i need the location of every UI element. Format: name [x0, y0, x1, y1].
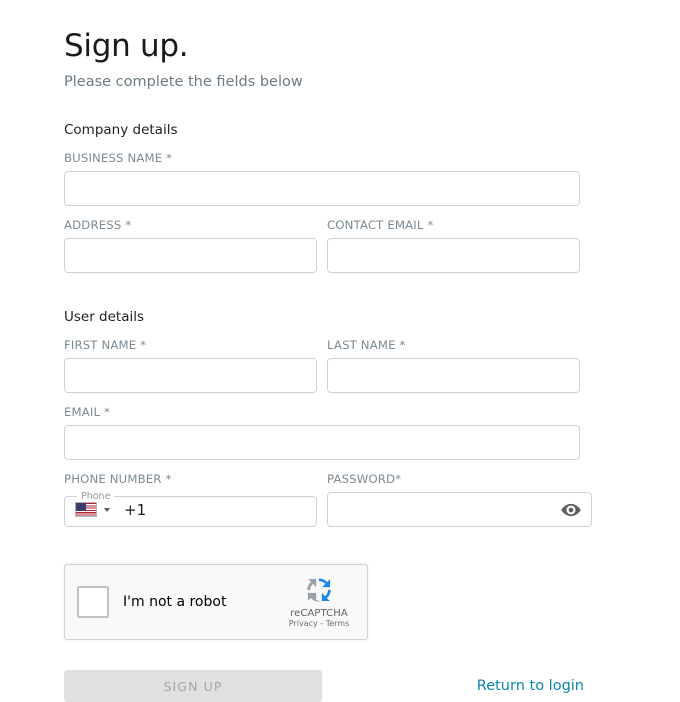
label-business-name: BUSINESS NAME * — [64, 151, 173, 166]
label-password: PASSWORD* — [327, 472, 402, 487]
page-subtitle: Please complete the fields below — [64, 74, 303, 91]
recaptcha-checkbox[interactable] — [77, 586, 109, 619]
field-email: EMAIL * — [64, 405, 680, 461]
label-last-name: LAST NAME * — [327, 338, 406, 353]
password-input-wrapper[interactable] — [327, 492, 592, 528]
password-input[interactable] — [327, 492, 592, 528]
label-address: ADDRESS * — [64, 218, 132, 233]
form-footer: SIGN UP Return to login — [64, 670, 584, 702]
address-input[interactable] — [64, 238, 317, 274]
eye-icon[interactable] — [561, 503, 581, 517]
field-business-name: BUSINESS NAME * — [64, 151, 680, 207]
page-title: Sign up. — [64, 28, 189, 64]
phone-inner: +1 — [64, 492, 317, 527]
signup-page: Sign up. Please complete the fields belo… — [0, 0, 680, 702]
sign-up-button[interactable]: SIGN UP — [64, 670, 322, 702]
recaptcha-brand-name: reCAPTCHA — [290, 608, 348, 620]
recaptcha-branding: reCAPTCHA Privacy - Terms — [281, 573, 357, 628]
phone-input-wrapper[interactable]: Phone +1 — [64, 492, 317, 528]
section-heading-user: User details — [64, 309, 145, 326]
section-heading-company: Company details — [64, 122, 178, 139]
label-phone-number: PHONE NUMBER * — [64, 472, 172, 487]
label-email: EMAIL * — [64, 405, 111, 420]
phone-password-row: PHONE NUMBER * Phone +1 PASSWORD* — [64, 472, 680, 539]
recaptcha-logo-icon — [307, 578, 331, 602]
contact-email-input[interactable] — [327, 238, 580, 274]
chevron-down-icon[interactable] — [104, 507, 110, 512]
phone-dial-code: +1 — [124, 500, 147, 519]
field-first-name: FIRST NAME * — [64, 338, 317, 394]
last-name-input[interactable] — [327, 358, 580, 394]
business-name-input[interactable] — [64, 171, 580, 207]
recaptcha-legal-links[interactable]: Privacy - Terms — [281, 619, 357, 628]
recaptcha-label: I'm not a robot — [123, 594, 227, 611]
return-to-login-link[interactable]: Return to login — [477, 678, 584, 694]
name-row: FIRST NAME * LAST NAME * — [64, 338, 680, 405]
label-first-name: FIRST NAME * — [64, 338, 147, 353]
first-name-input[interactable] — [64, 358, 317, 394]
field-last-name: LAST NAME * — [327, 338, 580, 394]
field-address: ADDRESS * — [64, 218, 317, 274]
company-row: ADDRESS * CONTACT EMAIL * — [64, 218, 680, 285]
recaptcha-widget[interactable]: I'm not a robot reCAPTCHA Privacy - Term… — [64, 564, 368, 641]
us-flag-icon — [75, 502, 97, 518]
field-phone-number: PHONE NUMBER * Phone +1 — [64, 472, 317, 528]
field-password: PASSWORD* — [327, 472, 592, 528]
field-contact-email: CONTACT EMAIL * — [327, 218, 580, 274]
email-input[interactable] — [64, 425, 580, 461]
label-contact-email: CONTACT EMAIL * — [327, 218, 434, 233]
